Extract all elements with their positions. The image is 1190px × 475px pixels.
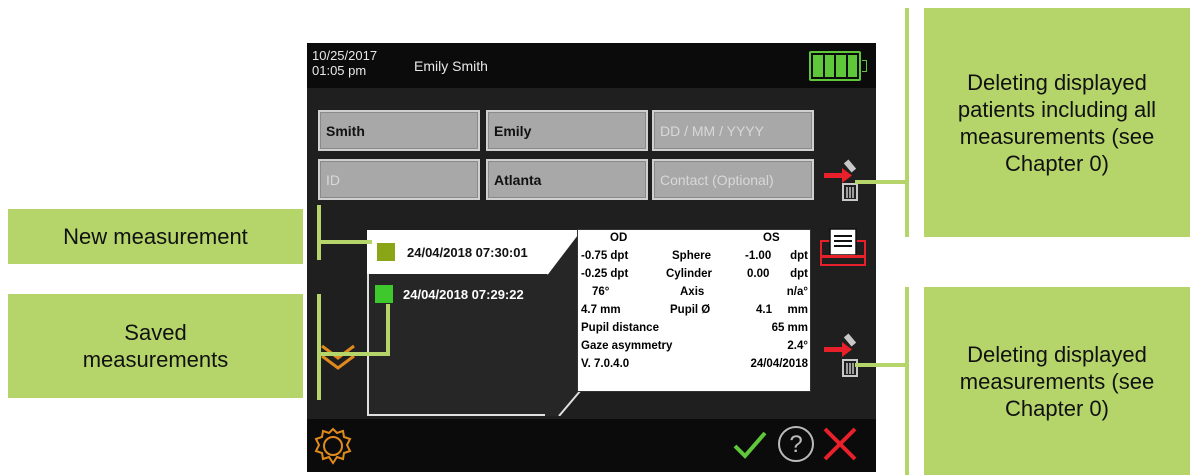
contact-field[interactable]: Contact (Optional) xyxy=(652,159,814,200)
status-bar xyxy=(307,43,876,88)
axis-od: 76° xyxy=(592,286,610,298)
help-icon: ? xyxy=(778,426,814,462)
software-version: V. 7.0.4.0 xyxy=(581,358,630,370)
pupil-label: Pupil Ø xyxy=(670,304,711,316)
double-chevron-down-icon xyxy=(321,344,355,370)
callout-line-delete-measurements-h xyxy=(855,363,908,367)
results-date: 24/04/2018 xyxy=(750,358,808,370)
cylinder-label: Cylinder xyxy=(666,268,713,280)
birthdate-field[interactable]: DD / MM / YYYY xyxy=(652,110,814,151)
status-user-name: Emily Smith xyxy=(414,58,488,74)
callout-saved-measurements: Saved measurements xyxy=(8,294,303,398)
print-button[interactable] xyxy=(820,228,866,266)
new-measurement-item[interactable]: 24/04/2018 07:30:01 xyxy=(367,230,547,274)
svg-text:?: ? xyxy=(789,431,802,458)
od-header: OD xyxy=(610,232,628,244)
last-name-field[interactable]: Smith xyxy=(318,110,480,151)
confirm-button[interactable] xyxy=(732,428,768,462)
saved-measurement-timestamp: 24/04/2018 07:29:22 xyxy=(403,286,524,302)
callout-line-new xyxy=(317,205,321,260)
callout-line-delete-measurements xyxy=(905,287,909,475)
sphere-os-unit: dpt xyxy=(790,250,808,262)
delete-arrow-trash-icon xyxy=(824,333,858,377)
help-button[interactable]: ? xyxy=(776,424,816,464)
sphere-od: -0.75 dpt xyxy=(581,250,629,262)
first-name-field[interactable]: Emily xyxy=(486,110,648,151)
battery-icon xyxy=(809,51,861,81)
id-field[interactable]: ID xyxy=(318,159,480,200)
gear-icon xyxy=(314,427,352,465)
pupil-distance-label: Pupil distance xyxy=(581,322,659,334)
callout-line-saved-v xyxy=(386,304,390,356)
measurement-panel-connector xyxy=(545,230,581,416)
gaze-asymmetry-value: 2.4° xyxy=(787,340,808,352)
callout-delete-measurements: Deleting displayed measurements (see Cha… xyxy=(924,287,1190,475)
cancel-button[interactable] xyxy=(822,426,858,462)
pupil-os-unit: mm xyxy=(787,304,808,316)
printer-icon xyxy=(820,228,866,266)
cylinder-os-unit: dpt xyxy=(790,268,808,280)
callout-line-saved-h xyxy=(317,352,389,356)
settings-button[interactable] xyxy=(313,426,353,466)
new-measurement-marker xyxy=(377,243,395,261)
callout-line-delete-patients-h xyxy=(855,180,908,184)
saved-measurement-marker xyxy=(375,285,393,303)
pupil-distance-value: 65 mm xyxy=(771,322,808,334)
gaze-asymmetry-label: Gaze asymmetry xyxy=(581,340,673,352)
pupil-os: 4.1 xyxy=(756,304,772,316)
city-field[interactable]: Atlanta xyxy=(486,159,648,200)
saved-measurement-item[interactable]: 24/04/2018 07:29:22 xyxy=(367,280,547,308)
callout-line-saved xyxy=(317,294,321,400)
cylinder-od: -0.25 dpt xyxy=(581,268,629,280)
sphere-os: -1.00 xyxy=(745,250,772,262)
os-header: OS xyxy=(763,232,780,244)
results-panel: OD OS -0.75 dpt Sphere -1.00 dpt -0.25 d… xyxy=(577,229,811,392)
cylinder-os: 0.00 xyxy=(747,268,770,280)
new-measurement-timestamp: 24/04/2018 07:30:01 xyxy=(407,244,528,260)
close-icon xyxy=(823,427,857,461)
delete-measurement-button[interactable] xyxy=(822,332,866,378)
axis-label: Axis xyxy=(680,286,705,298)
pupil-od: 4.7 mm xyxy=(581,304,621,316)
battery-tip xyxy=(862,60,867,72)
callout-new-measurement: New measurement xyxy=(8,209,303,264)
callout-line-delete-patients xyxy=(905,8,909,237)
callout-line-new-h xyxy=(317,240,372,244)
status-datetime: 10/25/2017 01:05 pm xyxy=(312,48,378,78)
sphere-label: Sphere xyxy=(672,250,711,262)
checkmark-icon xyxy=(733,431,767,459)
axis-os: n/a° xyxy=(786,286,808,298)
callout-delete-patients: Deleting displayed patients including al… xyxy=(924,8,1190,237)
scroll-chevron-button[interactable] xyxy=(318,340,358,374)
